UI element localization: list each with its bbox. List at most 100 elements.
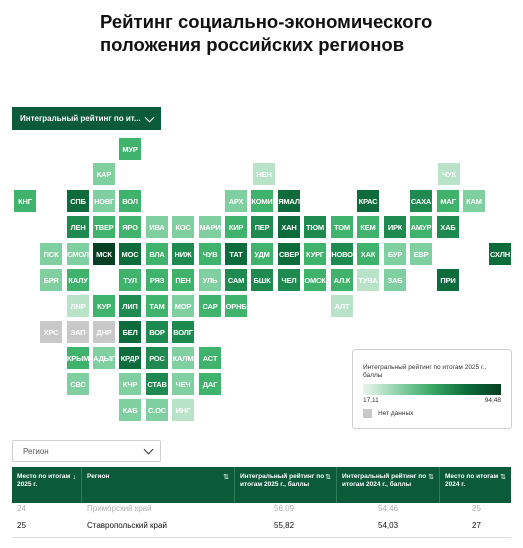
region-tile[interactable]: ИВА bbox=[146, 216, 168, 238]
region-tile[interactable]: ЯМАЛ bbox=[278, 190, 300, 212]
legend-nodata: Нет данных bbox=[378, 410, 414, 417]
region-tile[interactable]: СВЕР bbox=[278, 243, 300, 265]
region-tile[interactable]: САМ bbox=[225, 269, 247, 291]
region-tile[interactable]: КАР bbox=[93, 163, 115, 185]
region-tile[interactable]: ХАН bbox=[278, 216, 300, 238]
region-tile[interactable]: ЧУК bbox=[438, 163, 460, 185]
region-tile[interactable]: КЕМ bbox=[357, 216, 379, 238]
region-tile[interactable]: ПЕР bbox=[251, 216, 273, 238]
region-tile[interactable]: ЧУВ bbox=[199, 243, 221, 265]
region-tile[interactable]: КОМИ bbox=[251, 190, 273, 212]
region-tile[interactable]: КРДР bbox=[119, 347, 141, 369]
region-tile[interactable]: КАЛМ bbox=[172, 347, 194, 369]
region-tile[interactable]: МАРИ bbox=[199, 216, 221, 238]
region-tile[interactable]: СВС bbox=[67, 373, 89, 395]
region-tile[interactable]: ОМСК bbox=[304, 269, 326, 291]
region-tile[interactable]: ЛИП bbox=[119, 295, 141, 317]
region-tile[interactable]: НИЖ bbox=[172, 243, 194, 265]
region-tile[interactable]: АСТ bbox=[199, 347, 221, 369]
sort-icon: ⇅ bbox=[428, 474, 434, 481]
region-tile[interactable]: МАГ bbox=[437, 190, 459, 212]
region-tile[interactable]: БУР bbox=[384, 243, 406, 265]
region-tile[interactable]: ЧЕЧ bbox=[172, 373, 194, 395]
region-tile[interactable]: АЛ.К bbox=[331, 269, 353, 291]
region-tile[interactable]: КУРГ bbox=[304, 243, 326, 265]
region-tile[interactable]: ПСК bbox=[40, 243, 62, 265]
region-tile[interactable]: КРАС bbox=[357, 190, 379, 212]
region-tile[interactable]: ДНР bbox=[93, 321, 115, 343]
region-tile[interactable]: КАЛУ bbox=[67, 269, 89, 291]
table-row[interactable]: 24 Приморский край 56,09 54,46 25 bbox=[12, 503, 511, 513]
region-tile[interactable]: МСК bbox=[93, 243, 115, 265]
region-tile[interactable]: ДАГ bbox=[199, 373, 221, 395]
region-tile[interactable]: ИНГ bbox=[172, 399, 194, 421]
region-tile[interactable]: КЧР bbox=[119, 373, 141, 395]
region-tile[interactable]: БЕЛ bbox=[119, 321, 141, 343]
region-tile[interactable]: ОРНБ bbox=[225, 295, 247, 317]
region-tile[interactable]: ЛЕН bbox=[67, 216, 89, 238]
region-tile[interactable]: ПЕН bbox=[172, 269, 194, 291]
region-tile[interactable]: АДЫГ bbox=[93, 347, 115, 369]
region-tile[interactable]: ХАК bbox=[357, 243, 379, 265]
region-tile[interactable]: РЯЗ bbox=[146, 269, 168, 291]
region-tile[interactable]: КАБ bbox=[119, 399, 141, 421]
region-tile[interactable]: ЗАБ bbox=[384, 269, 406, 291]
region-tile[interactable]: КАМ bbox=[463, 190, 485, 212]
region-tile[interactable]: РОС bbox=[146, 347, 168, 369]
table-row[interactable]: 25 Ставропольский край 55,82 54,03 27 bbox=[12, 513, 511, 538]
region-select-dropdown[interactable]: Регион bbox=[12, 440, 161, 462]
region-tile[interactable]: УДМ bbox=[251, 243, 273, 265]
region-tile[interactable]: ВЛА bbox=[146, 243, 168, 265]
region-tile[interactable]: С.ОС bbox=[146, 399, 168, 421]
region-tile[interactable]: ТУВА bbox=[357, 269, 379, 291]
region-tile[interactable]: НОВО bbox=[331, 243, 353, 265]
region-tile[interactable]: КНГ bbox=[14, 190, 36, 212]
region-tile[interactable]: САР bbox=[199, 295, 221, 317]
column-header-place-2025[interactable]: Место по итогам 2025 г. ↓ bbox=[12, 467, 82, 503]
region-tile[interactable]: ЧЕЛ bbox=[278, 269, 300, 291]
rating-select-dropdown[interactable]: Интегральный рейтинг по ит... bbox=[12, 107, 161, 130]
region-tile[interactable]: ВОР bbox=[146, 321, 168, 343]
region-tile[interactable]: МОС bbox=[119, 243, 141, 265]
region-tile[interactable]: АРХ bbox=[225, 190, 247, 212]
region-tile[interactable]: АМУР bbox=[410, 216, 432, 238]
region-tile[interactable]: ТОМ bbox=[331, 216, 353, 238]
region-tile[interactable]: ТЮМ bbox=[304, 216, 326, 238]
region-tile[interactable]: МОР bbox=[172, 295, 194, 317]
region-tile[interactable]: ВОЛГ bbox=[172, 321, 194, 343]
region-tile[interactable]: ЗАП bbox=[67, 321, 89, 343]
region-tile[interactable]: ТУЛ bbox=[119, 269, 141, 291]
column-header-region[interactable]: Регион ⇅ bbox=[82, 467, 235, 503]
column-header-rating-2024[interactable]: Интегральный рейтинг по итогам 2024 г., … bbox=[337, 467, 440, 503]
region-tile[interactable]: БРЯ bbox=[40, 269, 62, 291]
region-tile[interactable]: УЛЬ bbox=[199, 269, 221, 291]
region-tile[interactable]: ХАБ bbox=[437, 216, 459, 238]
region-tile[interactable]: МУР bbox=[119, 138, 141, 160]
region-tile[interactable]: ПРИ bbox=[437, 269, 459, 291]
region-tile[interactable]: НОВГ bbox=[93, 190, 115, 212]
region-tile[interactable]: КОС bbox=[172, 216, 194, 238]
region-tile[interactable]: СХЛН bbox=[489, 243, 511, 265]
region-tile[interactable]: ЯРО bbox=[119, 216, 141, 238]
region-tile[interactable]: ТАТ bbox=[225, 243, 247, 265]
region-tile[interactable]: ЛНР bbox=[67, 295, 89, 317]
region-tile[interactable]: КИР bbox=[225, 216, 247, 238]
column-header-rating-2025[interactable]: Интегральный рейтинг по итогам 2025 г., … bbox=[235, 467, 337, 503]
sort-icon: ⇅ bbox=[325, 474, 331, 481]
region-tile[interactable]: ХРС bbox=[40, 321, 62, 343]
region-tile[interactable]: КРЫМ bbox=[67, 347, 89, 369]
region-tile[interactable]: ТВЕР bbox=[93, 216, 115, 238]
region-tile[interactable]: ВОЛ bbox=[119, 190, 141, 212]
region-tile[interactable]: САХА bbox=[410, 190, 432, 212]
region-tile[interactable]: БШК bbox=[251, 269, 273, 291]
region-tile[interactable]: НЕН bbox=[253, 163, 275, 185]
region-tile[interactable]: ИРК bbox=[384, 216, 406, 238]
region-tile[interactable]: ТАМ bbox=[146, 295, 168, 317]
region-tile[interactable]: СПБ bbox=[67, 190, 89, 212]
region-tile[interactable]: АЛТ bbox=[331, 295, 353, 317]
column-header-place-2024[interactable]: Место по итогам 2024 г. ⇅ bbox=[440, 467, 511, 503]
region-tile[interactable]: ЕВР bbox=[410, 243, 432, 265]
region-tile[interactable]: СТАВ bbox=[146, 373, 168, 395]
region-tile[interactable]: КУР bbox=[93, 295, 115, 317]
region-tile[interactable]: СМОЛ bbox=[67, 243, 89, 265]
